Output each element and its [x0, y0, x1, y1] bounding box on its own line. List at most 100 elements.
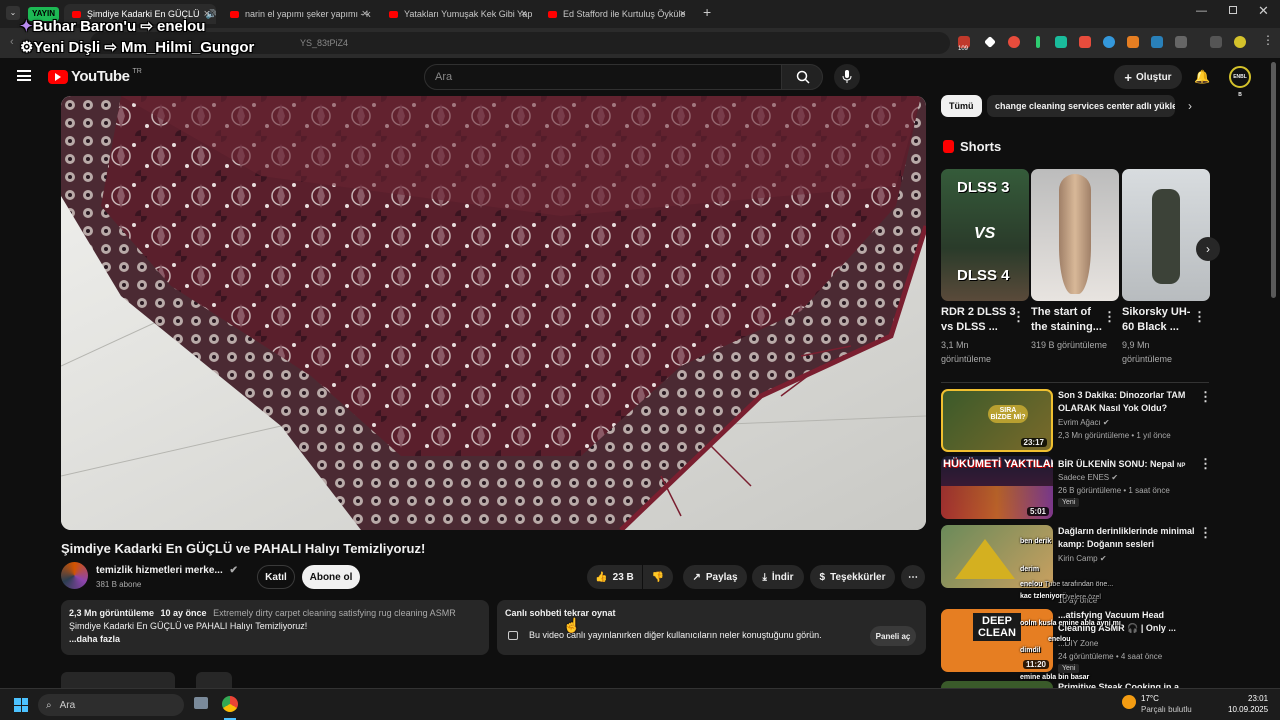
rec-menu-icon[interactable]: ⋮ — [1199, 389, 1212, 405]
notifications-bell-icon[interactable]: 🔔 — [1194, 69, 1210, 85]
share-button[interactable]: ↗ Paylaş — [683, 565, 747, 589]
rec-thumb-5[interactable] — [941, 681, 1053, 688]
youtube-favicon-icon — [230, 10, 239, 18]
rec-title-5[interactable]: Primitive Steak Cooking in a ... — [1058, 681, 1196, 688]
reading-list-icon[interactable] — [1210, 36, 1222, 48]
extension-badge-count: 109 — [958, 46, 969, 52]
profile-avatar-icon[interactable] — [1234, 36, 1246, 48]
short-title-1[interactable]: RDR 2 DLSS 3 vs DLSS ... — [941, 305, 1019, 335]
extension-green-icon[interactable] — [1036, 36, 1040, 48]
verified-check-icon: ✔ — [1102, 418, 1110, 427]
subscribe-button[interactable]: Abone ol — [302, 565, 360, 589]
youtube-logo[interactable]: YouTube TR — [48, 68, 142, 85]
open-panel-button[interactable]: Paneli aç — [870, 626, 916, 646]
tab-close-icon[interactable]: × — [521, 8, 527, 20]
taskbar-search[interactable]: ⌕ Ara — [38, 694, 184, 716]
comments-placeholder — [61, 672, 175, 688]
new-tab-button[interactable]: + — [703, 4, 711, 20]
chrome-icon[interactable] — [222, 696, 238, 712]
rec-thumb-text: HÜKÜMETİ YAKTILAR — [943, 458, 1053, 470]
chat-replay-panel: Canlı sohbeti tekrar oynat Bu video canl… — [497, 600, 926, 655]
chat-overlay-msg: oolm kusla emine abla ayni mı — [1020, 620, 1121, 627]
short-menu-icon[interactable]: ⋮ — [1012, 309, 1025, 325]
maximize-icon[interactable] — [1229, 6, 1237, 14]
back-icon[interactable]: ‹ — [10, 36, 14, 48]
channel-name[interactable]: temizlik hizmetleri merke... ✔ — [96, 565, 238, 576]
extension-blue-icon[interactable] — [1103, 36, 1115, 48]
extension-wave-icon[interactable] — [1151, 36, 1163, 48]
thanks-button[interactable]: $ Teşekkürler — [810, 565, 895, 589]
rec-meta-2: 26 B görüntüleme • 1 saat önce — [1058, 486, 1170, 495]
description-box[interactable]: 2,3 Mn görüntüleme 10 ay önce Extremely … — [61, 600, 489, 655]
subscriber-count: 381 B abone — [96, 580, 142, 589]
verified-check-icon: ✔ — [1099, 554, 1107, 563]
file-explorer-icon[interactable] — [194, 697, 208, 709]
rec-thumb-2[interactable]: HÜKÜMETİ YAKTILAR 5:01 — [941, 456, 1053, 519]
new-badge: Yeni — [1058, 664, 1080, 673]
chips-next-icon[interactable]: › — [1188, 99, 1192, 113]
chat-overlay-msg: enelou Tube tarafından öne... — [1020, 581, 1114, 588]
rec-thumb-text: DEEP CLEAN — [973, 613, 1021, 641]
hamburger-menu-icon[interactable] — [17, 70, 31, 81]
browser-menu-icon[interactable]: ⋮ — [1262, 33, 1274, 47]
country-badge: NP — [1177, 463, 1186, 469]
extension-fox-icon[interactable] — [1127, 36, 1139, 48]
short-title-2[interactable]: The start of the staining... — [1031, 305, 1109, 335]
extensions-puzzle-icon[interactable] — [1175, 36, 1187, 48]
page-scrollbar[interactable] — [1271, 62, 1276, 298]
tent-shape — [955, 539, 1015, 579]
close-window-icon[interactable]: ✕ — [1258, 3, 1269, 19]
short-title-3[interactable]: Sikorsky UH-60 Black ... — [1122, 305, 1200, 335]
create-button[interactable]: + Oluştur — [1114, 65, 1182, 89]
more-actions-button[interactable]: ⋯ — [901, 565, 925, 589]
upload-age: 10 ay önce — [160, 608, 207, 618]
rec-title-1[interactable]: Son 3 Dakika: Dinozorlar TAM OLARAK Nası… — [1058, 389, 1196, 415]
rec-thumb-3[interactable] — [941, 525, 1053, 588]
dislike-button[interactable]: 👎 — [643, 565, 673, 589]
shorts-logo-icon — [943, 140, 954, 153]
minimize-icon[interactable]: — — [1196, 5, 1207, 17]
duration-badge: 5:01 — [1026, 507, 1049, 516]
windows-taskbar: ⌕ Ara 17°C Parçalı bulutlu 23:01 10.09.2… — [0, 688, 1280, 720]
short-menu-icon[interactable]: ⋮ — [1193, 309, 1206, 325]
download-button[interactable]: ⤓ İndir — [752, 565, 804, 589]
rec-thumb-4[interactable]: DEEP CLEAN 11:20 — [941, 609, 1053, 672]
chat-user: enelou — [1020, 581, 1043, 588]
extension-pen-icon[interactable] — [1079, 36, 1091, 48]
channel-avatar[interactable] — [61, 562, 88, 589]
tab-close-icon[interactable]: × — [362, 8, 368, 20]
extension-teal-icon[interactable] — [1055, 36, 1067, 48]
search-button[interactable] — [781, 64, 823, 90]
stream-overlay-line1: ✦Buhar Baron'u ⇨ enelou — [20, 18, 206, 35]
extension-red-circle-icon[interactable] — [1008, 36, 1020, 48]
tab-menu-button[interactable]: ⌄ — [6, 6, 20, 20]
rec-menu-icon[interactable]: ⋮ — [1199, 456, 1212, 472]
short-card-2[interactable] — [1031, 169, 1119, 301]
tab-2[interactable]: narin el yapımı şeker yapımı - k × — [222, 4, 374, 24]
shorts-next-button[interactable]: › — [1196, 237, 1220, 261]
windows-start-icon[interactable] — [14, 698, 28, 712]
video-player[interactable] — [61, 96, 926, 530]
youtube-wordmark: YouTube — [71, 68, 130, 85]
like-button[interactable]: 👍 23 B — [587, 565, 642, 589]
rec-thumb-1[interactable]: SIRA BİZDE Mİ? 23:17 — [941, 389, 1053, 452]
short-card-1[interactable]: DLSS 3 VS DLSS 4 — [941, 169, 1029, 301]
tab-close-icon[interactable]: × — [680, 8, 686, 20]
short-card-3[interactable] — [1122, 169, 1210, 301]
short-menu-icon[interactable]: ⋮ — [1103, 309, 1116, 325]
comments-placeholder-2 — [196, 672, 232, 688]
rec-title-3[interactable]: Dağların derinliklerinde minimal kamp: D… — [1058, 525, 1196, 551]
show-more-link[interactable]: ...daha fazla — [69, 633, 481, 646]
chip-channel[interactable]: change cleaning services center adlı yük… — [987, 95, 1175, 117]
gear-overlay-icon: ⚙ — [20, 39, 34, 56]
tab-3[interactable]: Yatakları Yumuşak Kek Gibi Yap × — [381, 4, 533, 24]
sidebar-divider — [941, 382, 1209, 383]
search-input[interactable]: Ara — [424, 64, 782, 90]
voice-search-button[interactable] — [834, 64, 860, 90]
join-button[interactable]: Katıl — [257, 565, 295, 589]
tab-4[interactable]: Ed Stafford ile Kurtuluş Öyküle × — [540, 4, 692, 24]
account-avatar[interactable]: ENBL B — [1229, 66, 1251, 98]
rec-menu-icon[interactable]: ⋮ — [1199, 525, 1212, 541]
rec-meta-4: 24 görüntüleme • 4 saat önce — [1058, 652, 1163, 661]
chip-all[interactable]: Tümü — [941, 95, 982, 117]
